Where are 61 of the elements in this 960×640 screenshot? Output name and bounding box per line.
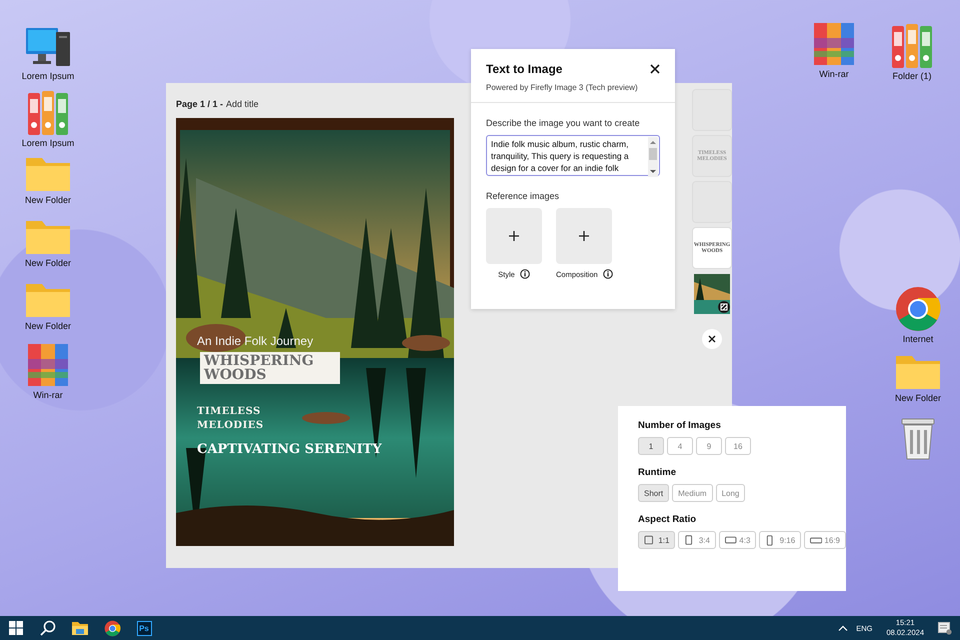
windows-start-icon[interactable] [9, 621, 23, 635]
setting-label: Runtime [638, 467, 677, 478]
icon-label[interactable]: Internet [902, 334, 934, 344]
option-button[interactable]: 16 [725, 437, 751, 455]
notification-icon[interactable] [938, 622, 952, 634]
search-icon[interactable] [40, 620, 56, 636]
page-label: Page 1 / 1 - [176, 99, 224, 109]
option-button[interactable]: 1:1 [638, 531, 676, 549]
option-button[interactable]: 9:16 [759, 531, 802, 549]
option-button[interactable]: Long [716, 484, 746, 502]
cover-subtitle[interactable]: An Indie Folk Journey [197, 334, 314, 348]
cover-tagline[interactable]: TIMELESS MELODIES [197, 405, 287, 433]
option-button[interactable]: 9 [696, 437, 722, 455]
photoshop-icon[interactable]: Ps [136, 620, 152, 636]
books-icon[interactable] [811, 20, 857, 68]
prompt-label: Describe the image you want to create [486, 118, 641, 128]
caret-up-icon[interactable] [838, 625, 848, 631]
chrome-icon[interactable] [104, 620, 120, 636]
folder-icon[interactable] [72, 621, 88, 635]
close-icon [650, 64, 660, 74]
info-icon[interactable] [520, 269, 530, 279]
cover-title[interactable]: WHISPERING WOODS [200, 352, 340, 384]
thumbnail-art [694, 274, 730, 314]
option-button[interactable]: 1 [638, 437, 664, 455]
icon-label[interactable]: Lorem Ipsum [22, 138, 74, 148]
cover-headline[interactable]: CAPTIVATING SERENITY [197, 442, 382, 457]
icon-label[interactable]: New Folder [24, 258, 71, 268]
option-button[interactable]: 4:3 [718, 531, 756, 549]
close-button[interactable] [702, 329, 722, 349]
scrollbar[interactable] [648, 137, 658, 177]
icon-label[interactable]: Win-rar [33, 390, 63, 400]
aspect-shape-icon [724, 534, 738, 546]
page-thumbnail[interactable] [692, 181, 732, 223]
prompt-field[interactable]: Indie folk music album, rustic charm, tranquility, This query is requesting a design for a cover for an indie folk [486, 135, 660, 176]
page-thumbnail[interactable] [692, 273, 732, 315]
option-button[interactable]: 16:9 [804, 531, 846, 549]
plus-icon [509, 231, 519, 241]
icon-label[interactable]: New Folder [894, 393, 941, 403]
option-button[interactable]: Short [638, 484, 670, 502]
plus-icon [579, 231, 590, 241]
option-button[interactable]: 4 [667, 437, 693, 455]
panel-subtitle: Powered by Firefly Image 3 (Tech preview) [486, 83, 639, 92]
icon-label[interactable]: Win-rar [819, 69, 849, 79]
icon-label[interactable]: New Folder [24, 321, 71, 331]
icon-label[interactable]: New Folder [24, 195, 71, 205]
setting-label: Number of Images [638, 420, 722, 431]
option-button[interactable]: 3:4 [678, 531, 716, 549]
setting-label: Aspect Ratio [638, 514, 698, 525]
close-icon [708, 335, 716, 343]
icon-label[interactable]: Folder (1) [892, 71, 932, 81]
aspect-shape-icon [810, 534, 822, 546]
option-button[interactable]: Medium [672, 484, 713, 502]
close-button[interactable] [650, 64, 660, 74]
icon-label[interactable]: Lorem Ipsum [22, 71, 74, 81]
books-icon[interactable] [25, 341, 71, 389]
info-icon[interactable] [602, 269, 613, 279]
page-thumbnail[interactable] [692, 89, 732, 131]
title-field[interactable]: Add title [226, 99, 259, 109]
panel-title: Text to Image [486, 62, 562, 76]
reference-label: Reference images [486, 191, 560, 201]
generate-icon[interactable] [718, 301, 730, 313]
